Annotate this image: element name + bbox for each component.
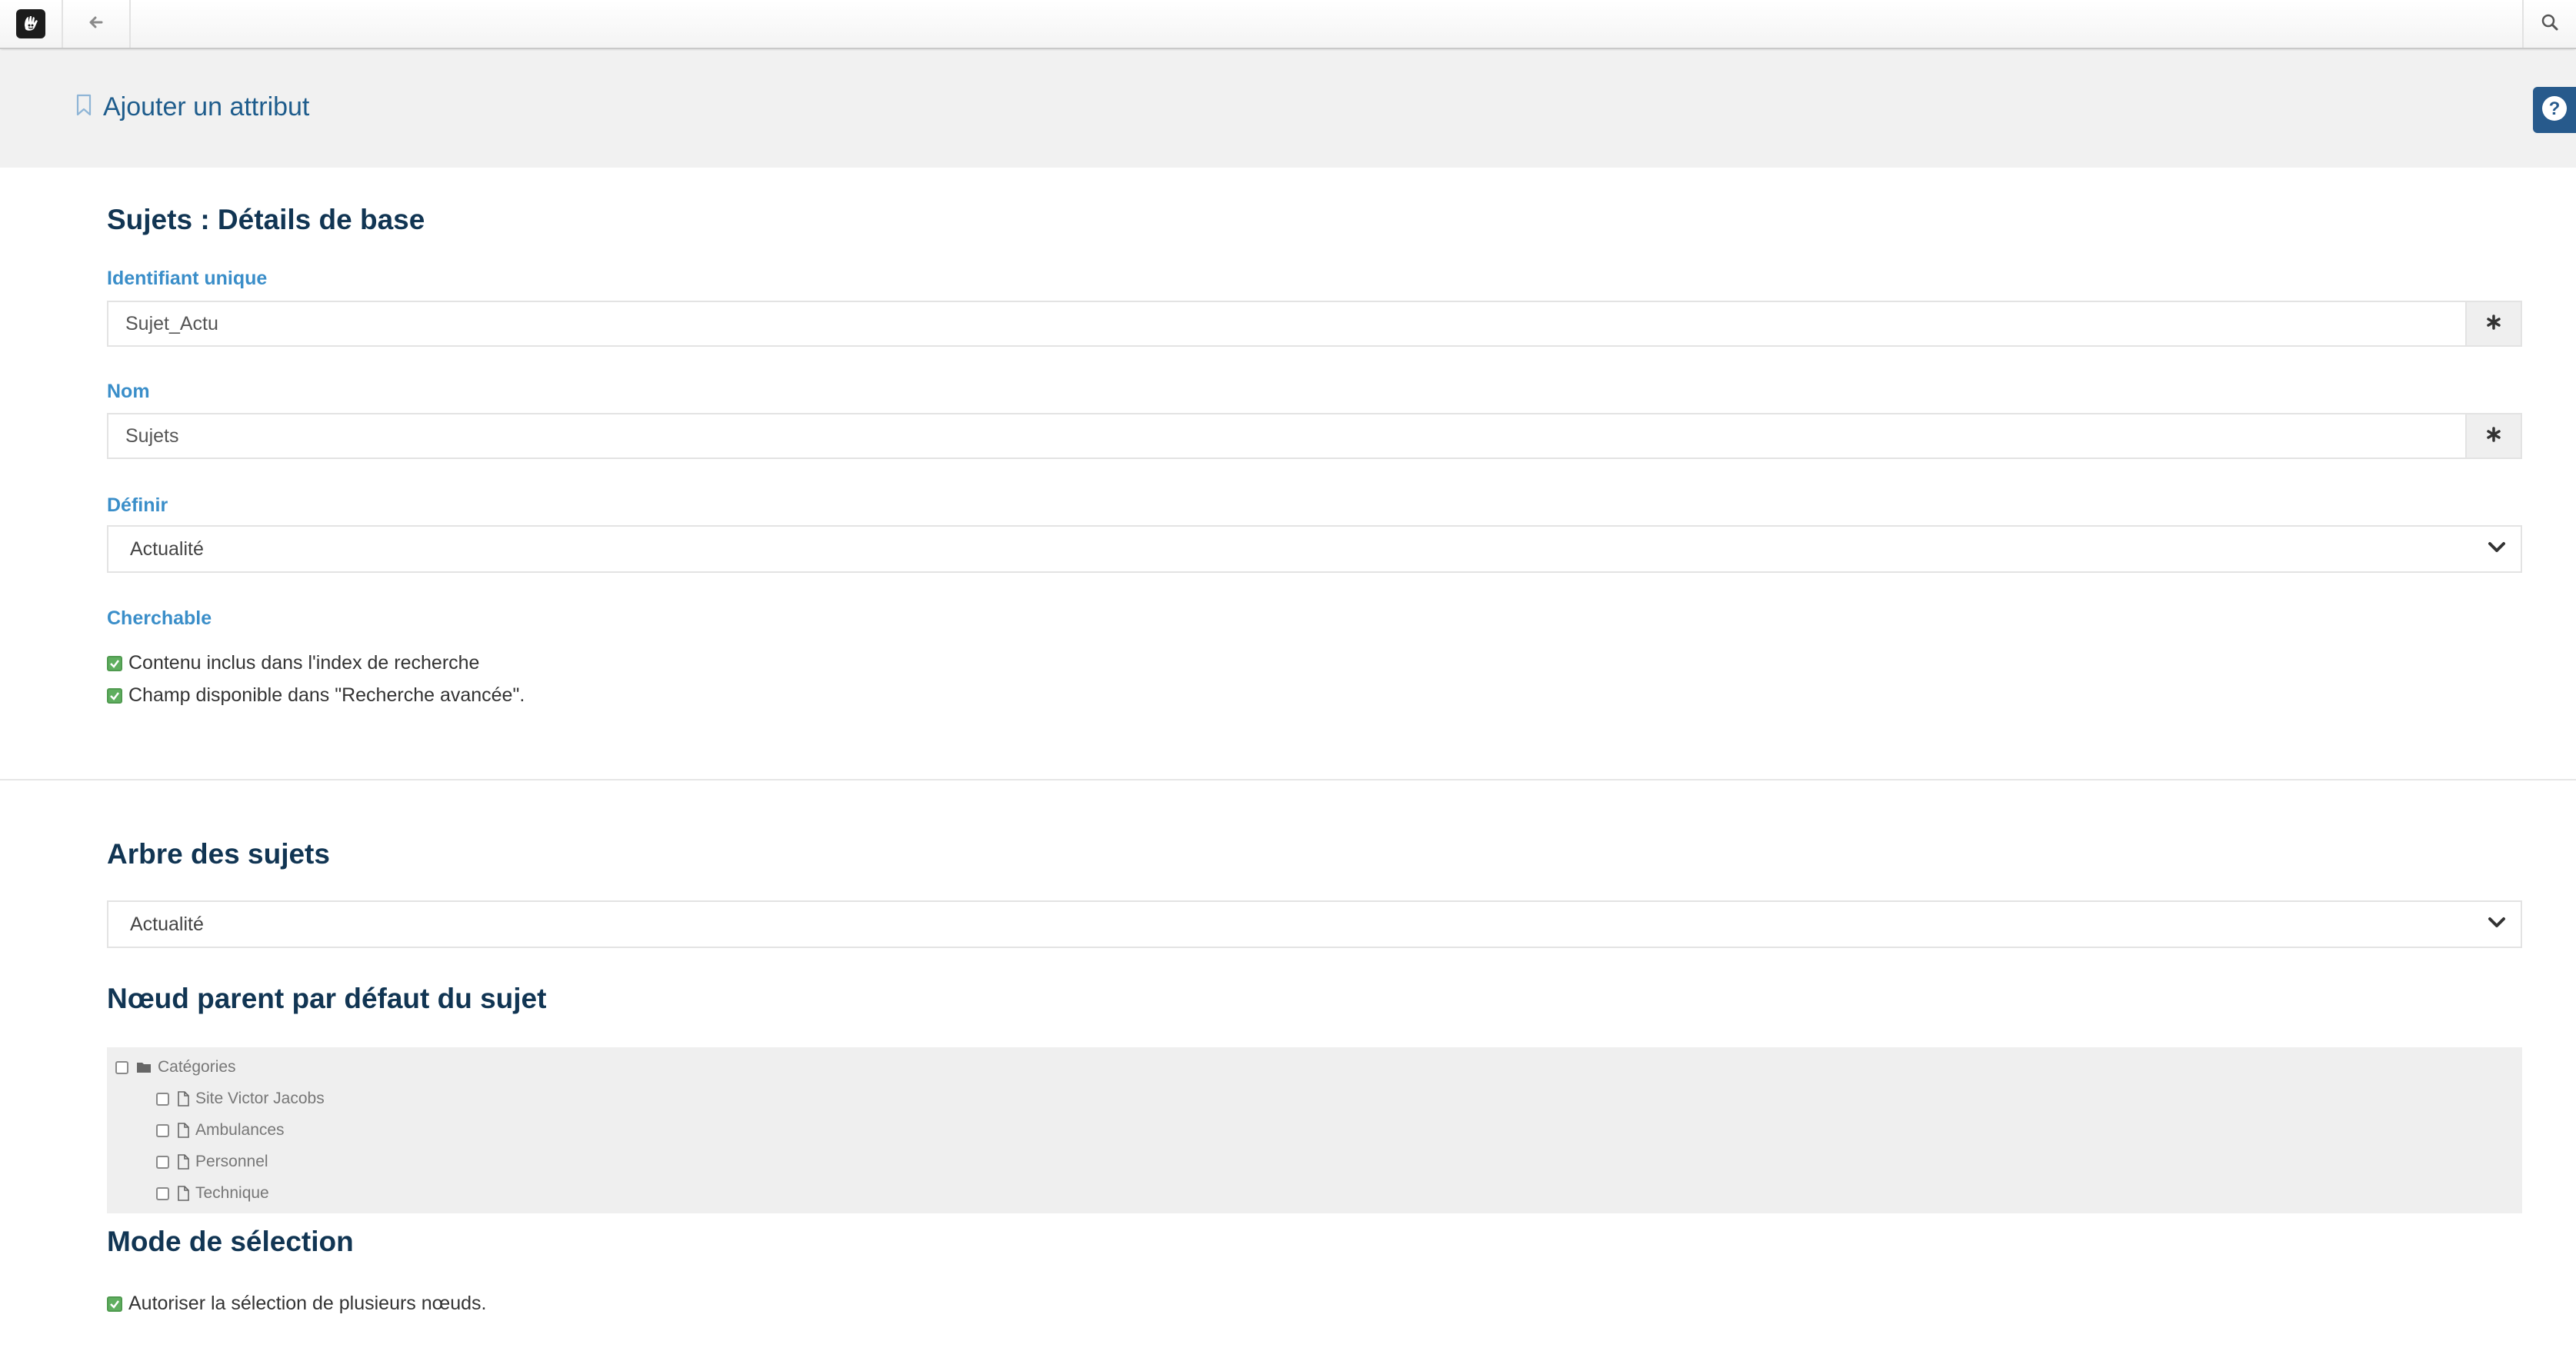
top-toolbar [0, 0, 2576, 49]
multi-select-checkbox[interactable] [107, 1296, 122, 1312]
index-checkbox[interactable] [107, 655, 122, 671]
name-label: Nom [107, 381, 150, 402]
searchable-index-option: Contenu inclus dans l'index de recherche [107, 652, 479, 674]
set-label: Définir [107, 494, 168, 516]
folder-icon [136, 1061, 152, 1073]
asterisk-icon [2485, 426, 2502, 447]
tree-node-label[interactable]: Technique [195, 1184, 269, 1203]
search-button[interactable] [2522, 0, 2576, 48]
page-header: Ajouter un attribut [75, 92, 309, 122]
tree-node-checkbox[interactable] [156, 1186, 169, 1200]
selection-mode-heading: Mode de sélection [107, 1226, 354, 1257]
topic-tree-selected-value: Actualité [130, 913, 204, 935]
chevron-down-icon [2487, 916, 2507, 933]
index-checkbox-label: Contenu inclus dans l'index de recherche [128, 652, 480, 674]
tree-node-label[interactable]: Catégories [158, 1058, 236, 1077]
set-select[interactable]: Actualité [107, 525, 2522, 573]
handle-label: Identifiant unique [107, 268, 268, 289]
tree-node-checkbox[interactable] [156, 1123, 169, 1137]
searchable-advanced-option: Champ disponible dans "Recherche avancée… [107, 684, 525, 707]
advanced-search-checkbox-label: Champ disponible dans "Recherche avancée… [128, 684, 525, 706]
page-title: Ajouter un attribut [103, 92, 310, 121]
file-icon [177, 1123, 189, 1138]
help-button[interactable]: ? [2533, 87, 2576, 133]
tree-node-checkbox[interactable] [156, 1155, 169, 1169]
logo-button[interactable] [0, 0, 63, 48]
name-field [107, 413, 2522, 459]
advanced-search-checkbox[interactable] [107, 687, 122, 704]
tree-node-child: Site Victor Jacobs [156, 1090, 325, 1108]
multi-select-checkbox-label: Autoriser la sélection de plusieurs nœud… [128, 1293, 487, 1314]
basic-details-heading: Sujets : Détails de base [107, 204, 425, 235]
header-band [0, 51, 2576, 168]
bookmark-icon[interactable] [75, 94, 92, 121]
tree-node-checkbox[interactable] [156, 1092, 169, 1106]
handle-input[interactable] [108, 302, 2465, 345]
tree-node-label[interactable]: Personnel [195, 1153, 268, 1171]
arrow-left-icon [88, 14, 105, 35]
set-selected-value: Actualité [130, 537, 204, 560]
asterisk-icon [2485, 314, 2502, 334]
tree-node-label[interactable]: Site Victor Jacobs [195, 1090, 325, 1108]
tree-node-child: Technique [156, 1184, 269, 1203]
chevron-down-icon [2487, 541, 2507, 558]
back-button[interactable] [63, 0, 131, 48]
file-icon [177, 1186, 189, 1201]
multi-select-option: Autoriser la sélection de plusieurs nœud… [107, 1293, 487, 1315]
tree-node-label[interactable]: Ambulances [195, 1121, 285, 1140]
file-icon [177, 1091, 189, 1106]
tree-node-checkbox[interactable] [115, 1060, 128, 1074]
question-circle-icon: ? [2541, 95, 2568, 126]
name-input[interactable] [108, 414, 2465, 458]
topic-tree-view [107, 1047, 2522, 1213]
tree-node-child: Ambulances [156, 1121, 285, 1140]
tree-node-child: Personnel [156, 1153, 268, 1171]
searchable-label: Cherchable [107, 607, 212, 629]
section-divider [0, 779, 2576, 780]
topic-tree-heading: Arbre des sujets [107, 838, 330, 870]
search-icon [2541, 13, 2559, 35]
handle-field [107, 301, 2522, 347]
concrete-hand-logo-icon [16, 9, 45, 38]
topic-tree-select[interactable]: Actualité [107, 900, 2522, 948]
handle-required-addon [2465, 302, 2521, 345]
svg-text:?: ? [2549, 98, 2561, 119]
file-icon [177, 1154, 189, 1170]
tree-node-root: Catégories [115, 1058, 236, 1077]
name-required-addon [2465, 414, 2521, 458]
default-parent-heading: Nœud parent par défaut du sujet [107, 983, 547, 1014]
